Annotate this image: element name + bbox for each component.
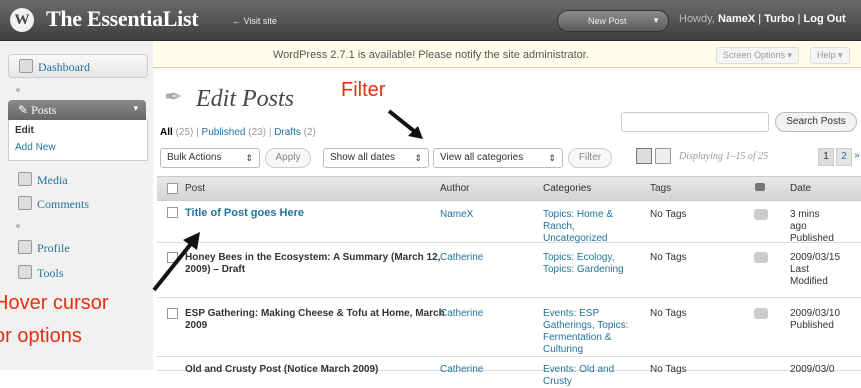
username-link[interactable]: NameX (718, 13, 755, 25)
list-view-icon[interactable] (636, 148, 652, 164)
hover-annotation-line1: Hover cursor (0, 292, 109, 314)
separator-dot (16, 224, 20, 228)
table-row: Old and Crusty Post (Notice March 2009) … (157, 357, 861, 387)
select-arrows-icon: ⇕ (245, 153, 253, 163)
column-categories: Categories (543, 183, 592, 194)
next-page-link[interactable]: » (853, 148, 861, 164)
hover-arrow-icon (152, 232, 200, 292)
table-row: ESP Gathering: Making Cheese & Tofu at H… (157, 298, 861, 357)
column-tags: Tags (650, 183, 672, 194)
post-author[interactable]: NameX (440, 209, 473, 221)
post-categories[interactable]: Events: ESP Gatherings, Topics: Fermenta… (543, 308, 633, 356)
dashboard-menu-item[interactable]: Dashboard (19, 59, 90, 75)
hover-annotation-line2: or options (0, 325, 82, 347)
excerpt-view-icon[interactable] (655, 148, 671, 164)
post-status-filters: All (25) | Published (23) | Drafts (2) (160, 127, 316, 138)
submenu-edit[interactable]: Edit (15, 125, 34, 136)
wordpress-logo-icon[interactable]: W (10, 8, 34, 32)
separator-dot (16, 88, 20, 92)
post-date: 2009/03/15 Last Modified (790, 252, 841, 287)
displaying-count: Displaying 1–15 of 25 (679, 151, 769, 162)
filter-arrow-icon (387, 109, 423, 139)
new-post-label: New Post (588, 16, 627, 26)
new-post-button[interactable]: New Post ▼ (557, 10, 669, 32)
filter-annotation: Filter (341, 79, 386, 101)
post-categories[interactable]: Topics: Ecology, Topics: Gardening (543, 252, 633, 276)
dropdown-arrow-icon[interactable]: ▼ (652, 11, 660, 31)
profile-menu-item[interactable]: Profile (18, 240, 70, 256)
bulk-actions-select[interactable]: Bulk Actions ⇕ (160, 148, 260, 168)
posts-toggle-icon[interactable]: ▾ (133, 103, 138, 114)
post-title-link[interactable]: ESP Gathering: Making Cheese & Tofu at H… (185, 308, 455, 332)
categories-select[interactable]: View all categories ⇕ (433, 148, 563, 168)
post-title-link[interactable]: Honey Bees in the Ecosystem: A Summary (… (185, 252, 455, 276)
post-author[interactable]: Catherine (440, 364, 483, 376)
page-title: Edit Posts (196, 86, 295, 112)
log-out-link[interactable]: Log Out (804, 13, 846, 25)
column-date[interactable]: Date (790, 183, 811, 194)
comments-icon (18, 196, 32, 210)
posts-pin-icon: ✒ (164, 84, 183, 109)
post-tags: No Tags (650, 308, 687, 319)
media-icon (18, 172, 32, 186)
filter-drafts-link[interactable]: Drafts (274, 127, 301, 138)
column-post[interactable]: Post (185, 183, 205, 194)
apply-button[interactable]: Apply (265, 148, 311, 168)
post-tags: No Tags (650, 252, 687, 263)
submenu-add-new[interactable]: Add New (15, 142, 56, 153)
page-2-link[interactable]: 2 (836, 148, 852, 166)
screen-options-tab[interactable]: Screen Options ▾ (716, 47, 800, 64)
dashboard-icon (19, 59, 33, 73)
help-tab[interactable]: Help ▾ (810, 47, 850, 64)
tools-icon (18, 265, 32, 279)
posts-submenu: Edit Add New (8, 120, 148, 161)
comment-count-icon[interactable] (754, 308, 768, 319)
comment-count-icon[interactable] (754, 209, 768, 220)
post-author[interactable]: Catherine (440, 252, 483, 264)
user-info: Howdy, NameX | Turbo | Log Out (679, 13, 846, 25)
column-author: Author (440, 183, 470, 194)
select-arrows-icon: ⇕ (414, 153, 422, 163)
post-categories[interactable]: Events: Old and Crusty (543, 364, 633, 388)
post-categories[interactable]: Topics: Home & Ranch, Uncategorized (543, 209, 633, 245)
comment-count-icon[interactable] (754, 252, 768, 263)
posts-menu-header[interactable]: ✎ Posts ▾ (8, 100, 146, 120)
profile-icon (18, 240, 32, 254)
site-title[interactable]: The EssentiaList (46, 6, 199, 32)
table-row: Title of Post goes Here NameX Topics: Ho… (157, 200, 861, 245)
select-all-checkbox[interactable] (167, 183, 178, 194)
dashboard-menu[interactable]: Dashboard (8, 54, 148, 78)
select-arrows-icon: ⇕ (548, 153, 556, 163)
post-tags: No Tags (650, 209, 687, 220)
tools-menu-item[interactable]: Tools (18, 265, 64, 281)
posts-menu-label[interactable]: ✎ Posts (18, 103, 56, 118)
row-checkbox[interactable] (167, 207, 178, 218)
visit-site-link[interactable]: ← Visit site (232, 16, 277, 26)
post-title-link[interactable]: Old and Crusty Post (Notice March 2009) (185, 364, 455, 376)
post-title-link[interactable]: Title of Post goes Here (185, 207, 455, 219)
filter-all-link[interactable]: All (160, 127, 173, 138)
post-date: 2009/03/10 Published (790, 308, 841, 331)
media-menu-item[interactable]: Media (18, 172, 68, 188)
table-row: Honey Bees in the Ecosystem: A Summary (… (157, 243, 861, 298)
comments-column-icon (755, 183, 765, 191)
filter-published-link[interactable]: Published (202, 127, 246, 138)
post-date: 3 mins ago Published (790, 209, 834, 244)
search-input[interactable] (621, 112, 769, 132)
post-tags: No Tags (650, 364, 687, 375)
post-date: 2009/03/0 (790, 364, 835, 375)
post-author[interactable]: Catherine (440, 308, 483, 320)
admin-header: W The EssentiaList ← Visit site New Post… (0, 0, 861, 41)
comments-menu-item[interactable]: Comments (18, 196, 89, 212)
filter-button[interactable]: Filter (568, 148, 612, 168)
search-posts-button[interactable]: Search Posts (775, 112, 857, 132)
page-1-link[interactable]: 1 (818, 148, 834, 166)
posts-table-header: Post Author Categories Tags Date (157, 176, 861, 201)
update-notice-text: WordPress 2.7.1 is available! Please not… (273, 49, 589, 61)
howdy-text: Howdy, (679, 13, 715, 25)
turbo-link[interactable]: Turbo (764, 13, 794, 25)
row-checkbox[interactable] (167, 308, 178, 319)
dates-select[interactable]: Show all dates ⇕ (323, 148, 429, 168)
